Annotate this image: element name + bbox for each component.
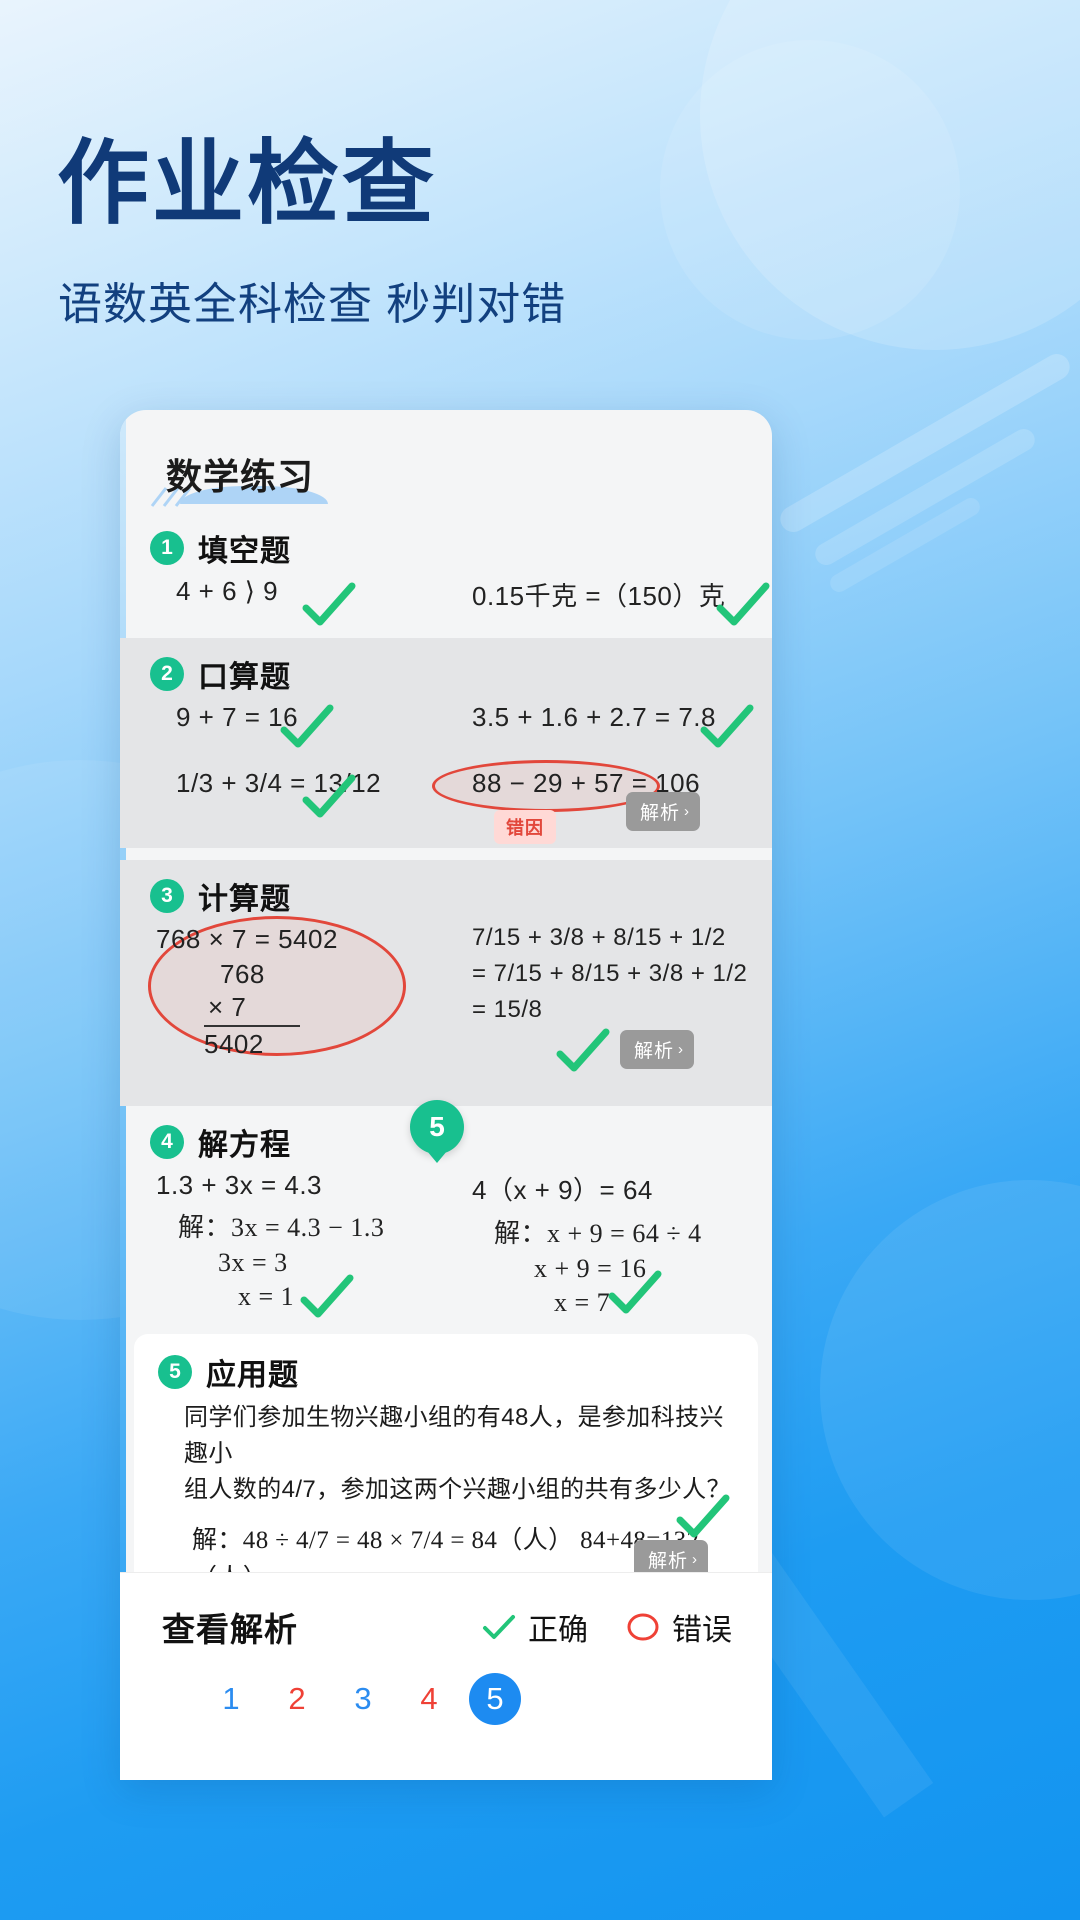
legend-correct-label: 正确 <box>528 1614 588 1647</box>
page-button-4[interactable]: 4 <box>396 1681 462 1717</box>
analysis-button[interactable]: 解析 › <box>626 792 701 831</box>
question-cell-wrong[interactable]: 768 × 7 = 5402 768 × 7 5402 <box>148 916 446 1084</box>
question-expression: 0.15千克 =（150）克 <box>472 581 726 611</box>
vertical-work-rule <box>204 1025 300 1027</box>
correct-check-icon <box>302 774 356 818</box>
analysis-label: 解析 <box>634 1041 675 1062</box>
current-question-bubble: 5 <box>410 1100 464 1154</box>
section-1-questions: 4 + 6 ⟩ 9 0.15千克 =（150）克 <box>150 576 770 628</box>
vertical-work-result: 5402 <box>204 1029 264 1059</box>
section-number-badge: 4 <box>150 1125 184 1159</box>
decor-circle-2 <box>660 40 960 340</box>
view-analysis-button[interactable]: 查看解析 <box>162 1603 298 1651</box>
page-button-2[interactable]: 2 <box>264 1681 330 1717</box>
section-2-header: 2 口算题 <box>150 652 742 696</box>
correct-check-icon <box>280 704 334 748</box>
bottom-action-bar: 查看解析 正确 错误 1 2 3 4 5 <box>120 1572 772 1780</box>
correct-check-icon <box>556 1028 610 1072</box>
question-expression: 4（x + 9）= 64 <box>472 1175 653 1205</box>
word-problem-line-1: 同学们参加生物兴趣小组的有48人，是参加科技兴趣小 <box>184 1404 724 1467</box>
section-number-badge: 1 <box>150 531 184 565</box>
section-title: 口算题 <box>198 661 291 694</box>
decor-circle-1 <box>700 0 1080 350</box>
decor-circle-4 <box>820 1180 1080 1600</box>
section-2: 2 口算题 9 + 7 = 16 3.5 + 1.6 + 2.7 = 7.8 1… <box>120 638 772 848</box>
section-title: 计算题 <box>198 883 291 916</box>
question-cell[interactable]: 4（x + 9）= 64 解：x + 9 = 64 ÷ 4 x + 9 = 16… <box>446 1170 742 1320</box>
question-cell-wrong[interactable]: 88 − 29 + 57 = 106 错因 解析 › <box>432 760 742 844</box>
section-1-header: 1 填空题 <box>150 526 742 570</box>
section-2-questions-row1: 9 + 7 = 16 3.5 + 1.6 + 2.7 = 7.8 <box>150 702 754 754</box>
question-cell[interactable]: 9 + 7 = 16 <box>150 702 446 754</box>
question-cell[interactable]: 0.15千克 =（150）克 <box>446 576 770 628</box>
page-title: 作业检查 <box>57 133 438 235</box>
section-5-header: 5 应用题 <box>158 1350 734 1394</box>
correct-check-icon <box>300 1274 354 1318</box>
chevron-right-icon: › <box>692 1551 699 1568</box>
bottom-bar-row: 查看解析 正确 错误 <box>120 1573 772 1651</box>
vertical-work-line-2: × 7 <box>208 992 247 1022</box>
section-3: 3 计算题 768 × 7 = 5402 768 × 7 5402 7/15 +… <box>120 860 772 1106</box>
correct-check-icon <box>302 582 356 626</box>
check-icon <box>482 1610 516 1644</box>
page-subtitle: 语数英全科检查 秒判对错 <box>58 280 567 329</box>
correct-check-icon <box>676 1494 730 1538</box>
vertical-work-line-1: 768 <box>220 959 265 989</box>
correct-check-icon <box>716 582 770 626</box>
fraction-line-3: = 15/8 <box>472 996 543 1023</box>
analysis-button[interactable]: 解析 › <box>620 1030 695 1069</box>
page-button-5-current[interactable]: 5 <box>469 1673 521 1725</box>
worksheet-title-wrap: 数学练习 <box>150 448 334 507</box>
legend-wrong: 错误 <box>626 1605 732 1649</box>
question-cell[interactable]: 7/15 + 3/8 + 8/15 + 1/2 = 7/15 + 8/15 + … <box>446 924 748 1084</box>
section-4-questions: 1.3 + 3x = 4.3 解：3x = 4.3 − 1.3 3x = 3 x… <box>150 1170 742 1320</box>
page-navigation: 1 2 3 4 5 <box>120 1651 772 1725</box>
correct-check-icon <box>608 1270 662 1314</box>
section-title: 应用题 <box>206 1359 299 1392</box>
fraction-line-2: = 7/15 + 8/15 + 3/8 + 1/2 <box>472 960 748 987</box>
question-expression: 768 × 7 = 5402 <box>156 924 338 954</box>
chevron-right-icon: › <box>678 1041 685 1058</box>
section-3-questions: 768 × 7 = 5402 768 × 7 5402 7/15 + 3/8 +… <box>148 916 748 1084</box>
question-expression: 1.3 + 3x = 4.3 <box>156 1170 323 1200</box>
sections-list: 1 填空题 4 + 6 ⟩ 9 0.15千克 =（150）克 2 口算题 9 +… <box>120 512 772 1692</box>
decor-stripe-3 <box>826 494 984 596</box>
question-cell[interactable]: 4 + 6 ⟩ 9 <box>150 576 446 628</box>
legend-correct: 正确 <box>482 1605 588 1649</box>
correct-check-icon <box>700 704 754 748</box>
solution-step-1: 解：x + 9 = 64 ÷ 4 <box>494 1219 702 1248</box>
error-reason-badge[interactable]: 错因 <box>494 810 556 844</box>
question-cell[interactable]: 3.5 + 1.6 + 2.7 = 7.8 <box>446 702 754 754</box>
decor-stripe-2 <box>811 424 1039 570</box>
circle-icon <box>626 1610 660 1644</box>
analysis-label: 解析 <box>648 1551 689 1572</box>
section-number-badge: 3 <box>150 879 184 913</box>
decor-stripe-1 <box>775 349 1075 537</box>
page-button-3[interactable]: 3 <box>330 1681 396 1717</box>
section-3-header: 3 计算题 <box>150 874 742 918</box>
section-2-questions-row2: 1/3 + 3/4 = 13/12 88 − 29 + 57 = 106 错因 … <box>150 760 742 844</box>
analysis-label: 解析 <box>640 803 681 824</box>
section-1: 1 填空题 4 + 6 ⟩ 9 0.15千克 =（150）克 <box>120 512 772 638</box>
worksheet-card: 数学练习 1 填空题 4 + 6 ⟩ 9 0.15千克 =（150）克 2 口算… <box>120 410 772 1780</box>
legend-group: 正确 错误 <box>482 1605 732 1649</box>
section-number-badge: 5 <box>158 1355 192 1389</box>
legend-wrong-label: 错误 <box>672 1614 732 1647</box>
question-expression: 3.5 + 1.6 + 2.7 = 7.8 <box>472 702 716 732</box>
question-cell[interactable]: 1/3 + 3/4 = 13/12 <box>150 768 446 820</box>
word-problem-line-2: 组人数的4/7，参加这两个兴趣小组的共有多少人？ <box>184 1476 731 1503</box>
solution-step-1: 解：3x = 4.3 − 1.3 <box>178 1213 385 1242</box>
worksheet-title: 数学练习 <box>166 456 315 497</box>
question-cell[interactable]: 1.3 + 3x = 4.3 解：3x = 4.3 − 1.3 3x = 3 x… <box>150 1170 446 1320</box>
page-button-1[interactable]: 1 <box>198 1681 264 1717</box>
question-expression: 4 + 6 ⟩ 9 <box>176 576 279 606</box>
section-number-badge: 2 <box>150 657 184 691</box>
fraction-line-1: 7/15 + 3/8 + 8/15 + 1/2 <box>472 924 726 951</box>
chevron-right-icon: › <box>684 803 691 820</box>
section-title: 填空题 <box>198 535 291 568</box>
section-title: 解方程 <box>198 1129 291 1162</box>
